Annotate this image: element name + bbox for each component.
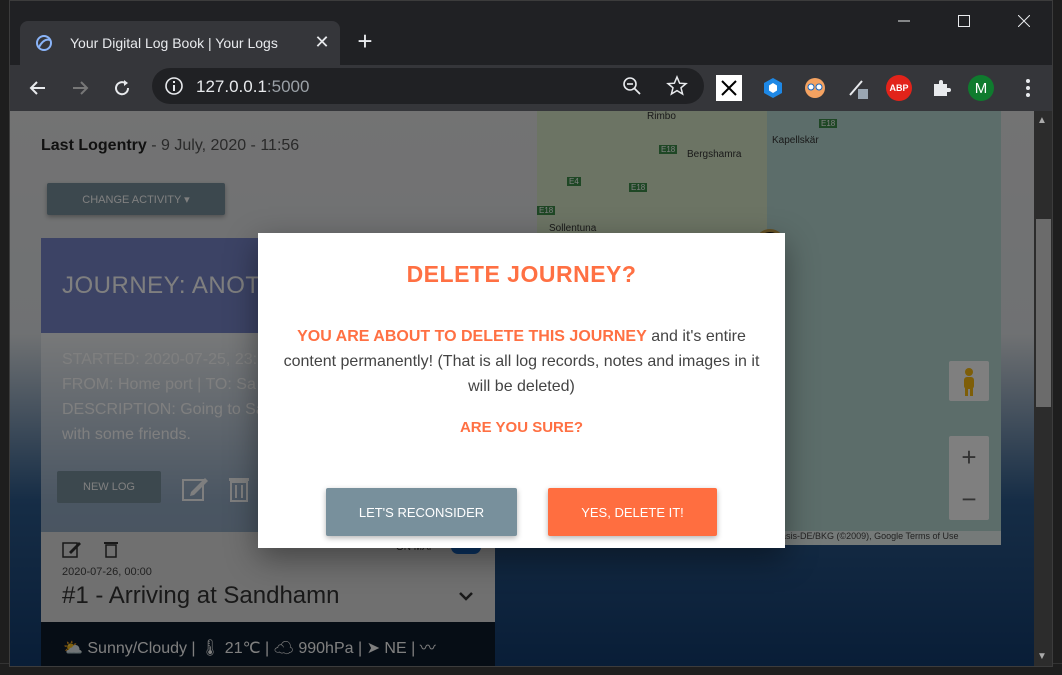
extension-hexagon-icon[interactable] bbox=[760, 75, 786, 101]
globe-icon bbox=[34, 33, 54, 53]
bookmark-star-icon[interactable] bbox=[666, 75, 688, 97]
scroll-down-arrow-icon[interactable]: ▼ bbox=[1037, 651, 1047, 662]
maximize-button[interactable] bbox=[934, 1, 994, 41]
profile-avatar[interactable]: M bbox=[968, 75, 994, 101]
url-text: 127.0.0.1:5000 bbox=[196, 77, 309, 97]
page-scrollbar[interactable]: ▲ ▼ bbox=[1034, 111, 1052, 666]
tab-title: Your Digital Log Book | Your Logs bbox=[70, 35, 278, 51]
url-host: 127.0.0.1 bbox=[196, 77, 267, 96]
browser-toolbar: 127.0.0.1:5000 ABP M bbox=[10, 65, 1052, 111]
info-icon[interactable] bbox=[164, 76, 184, 96]
background-editor-right bbox=[1052, 0, 1062, 675]
dialog-warning: YOU ARE ABOUT TO DELETE THIS JOURNEY bbox=[297, 328, 647, 345]
back-arrow-icon[interactable] bbox=[24, 74, 52, 102]
scroll-thumb[interactable] bbox=[1036, 219, 1051, 407]
delete-journey-dialog: DELETE JOURNEY? YOU ARE ABOUT TO DELETE … bbox=[258, 233, 785, 548]
dialog-confirm-question: ARE YOU SURE? bbox=[459, 419, 584, 436]
tab-bar: Your Digital Log Book | Your Logs ✕ + bbox=[10, 1, 1052, 65]
browser-window: Your Digital Log Book | Your Logs ✕ + 12… bbox=[9, 0, 1053, 667]
forward-arrow-icon[interactable] bbox=[66, 74, 94, 102]
url-port: :5000 bbox=[266, 77, 310, 96]
extension-eyedropper-icon[interactable] bbox=[844, 75, 870, 101]
browser-tab[interactable]: Your Digital Log Book | Your Logs ✕ bbox=[20, 21, 340, 65]
extensions-puzzle-icon[interactable] bbox=[928, 75, 954, 101]
minimize-button[interactable] bbox=[874, 1, 934, 41]
zoom-out-icon[interactable] bbox=[622, 76, 642, 96]
reconsider-button[interactable]: LET'S RECONSIDER bbox=[326, 488, 517, 536]
close-window-button[interactable] bbox=[994, 1, 1052, 41]
page-viewport: Last Logentry - 9 July, 2020 - 11:56 CHA… bbox=[10, 111, 1052, 666]
extension-face-icon[interactable] bbox=[802, 75, 828, 101]
dialog-title: DELETE JOURNEY? bbox=[406, 261, 637, 287]
reload-icon[interactable] bbox=[108, 74, 136, 102]
dialog-message: YOU ARE ABOUT TO DELETE THIS JOURNEY and… bbox=[276, 324, 767, 399]
scroll-up-arrow-icon[interactable]: ▲ bbox=[1037, 115, 1047, 126]
new-tab-button[interactable]: + bbox=[350, 27, 380, 57]
confirm-delete-button[interactable]: YES, DELETE IT! bbox=[548, 488, 717, 536]
extension-crop-icon[interactable] bbox=[716, 75, 742, 101]
adblock-plus-icon[interactable]: ABP bbox=[886, 75, 912, 101]
address-bar[interactable]: 127.0.0.1:5000 bbox=[152, 68, 704, 104]
more-menu-icon[interactable] bbox=[1015, 75, 1041, 101]
close-tab-icon[interactable]: ✕ bbox=[312, 32, 332, 52]
